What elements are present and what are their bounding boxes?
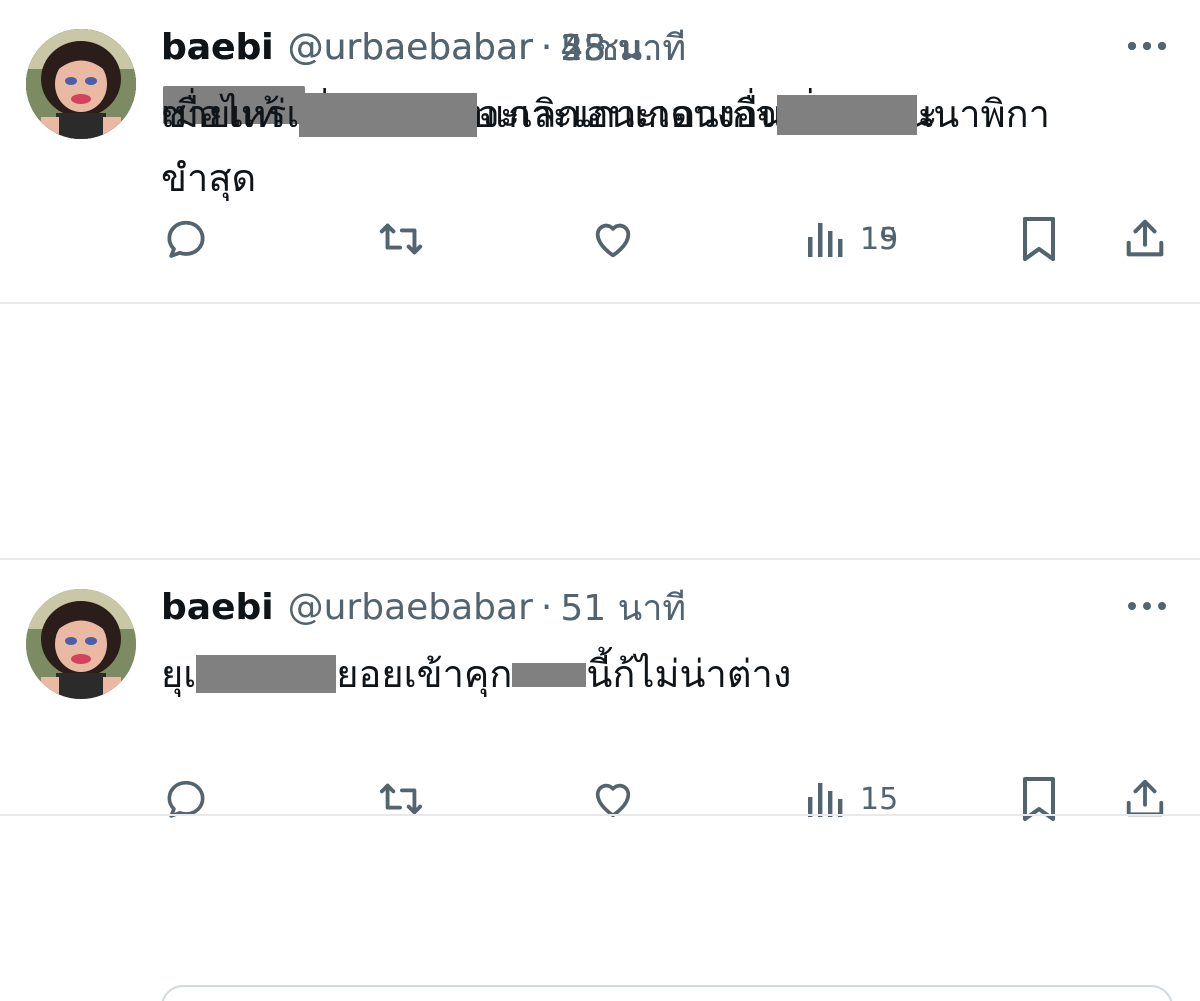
tweet-text: เมื่อไหร่เ จะเลิกเกาะเอนเกจ ะ: [161, 82, 1161, 146]
more-horizontal-icon[interactable]: [1126, 36, 1168, 56]
views-button[interactable]: 15: [806, 774, 898, 824]
tweet-text-segment: เมื่อไหร่เ: [161, 92, 300, 136]
tweet-text-segment: ะ: [917, 92, 938, 136]
tweet-text: ยุเ ยอยเข้าคุก นี้ก้ไม่น่าต่าง: [161, 642, 1161, 706]
redaction-block: [196, 655, 337, 693]
redaction-block: [299, 93, 478, 137]
views-count: 15: [860, 781, 899, 817]
avatar-image: [26, 29, 136, 139]
display-name[interactable]: baebi: [161, 587, 274, 628]
bookmark-button[interactable]: [1019, 774, 1059, 824]
timeline-feed: baebi @urbaebabar · 48 นาที ติ่งมันก้ชอบ…: [0, 0, 1200, 1001]
tweet-text-segment: จะเลิกเกาะเอนเกจ: [477, 92, 778, 136]
separator-dot: ·: [540, 586, 553, 628]
tweet-item[interactable]: baebi @urbaebabar · 2 ชม. เมื่อไหร่เ จะเล…: [0, 0, 1200, 256]
tweet-actions: 15: [0, 774, 1200, 824]
tweet-text-segment: นี้ก้ไม่น่าต่าง: [586, 652, 792, 696]
more-horizontal-icon[interactable]: [1126, 596, 1168, 616]
user-handle[interactable]: @urbaebabar: [288, 587, 533, 628]
timestamp[interactable]: 2 ชม.: [560, 19, 654, 76]
separator-dot: ·: [540, 26, 553, 68]
views-bar-chart-icon: [808, 783, 843, 817]
tweet-item[interactable]: baebi @urbaebabar · 51 นาที ยุเ ยอยเข้าคุ…: [0, 560, 1200, 821]
reply-button[interactable]: [163, 774, 209, 824]
quoted-tweet-card[interactable]: [161, 985, 1173, 1001]
redaction-block: [777, 95, 918, 135]
tweet-divider: [0, 814, 1200, 816]
user-handle[interactable]: @urbaebabar: [288, 27, 533, 68]
tweet-header: baebi @urbaebabar · 51 นาที: [161, 582, 686, 632]
redaction-block: [512, 663, 587, 687]
avatar[interactable]: [26, 589, 136, 699]
tweet-divider: [0, 302, 1200, 304]
avatar-image: [26, 589, 136, 699]
like-button[interactable]: [589, 774, 637, 824]
avatar[interactable]: [26, 29, 136, 139]
tweet-text-segment: ยอยเข้าคุก: [336, 652, 513, 696]
tweet-text-segment: ยุเ: [161, 652, 197, 696]
tweet-header: baebi @urbaebabar · 2 ชม.: [161, 22, 654, 72]
retweet-button[interactable]: [376, 774, 426, 824]
timestamp[interactable]: 51 นาที: [560, 579, 686, 636]
tweet-divider: [0, 558, 1200, 560]
share-button[interactable]: [1122, 774, 1168, 824]
display-name[interactable]: baebi: [161, 27, 274, 68]
